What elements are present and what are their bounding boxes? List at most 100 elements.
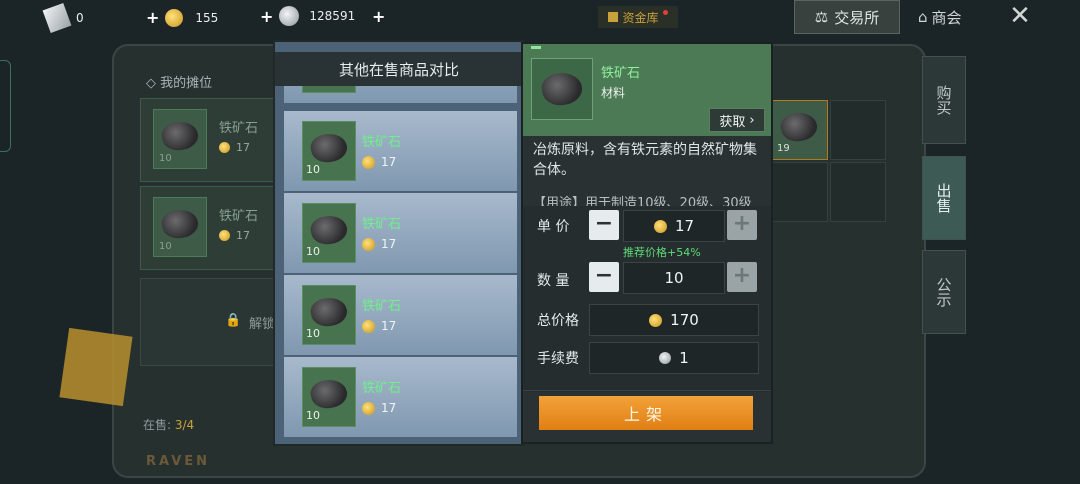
item-name: 铁矿石 xyxy=(362,135,402,150)
treasury-label: 资金库 xyxy=(622,10,659,25)
comparison-list[interactable]: 2 10 铁矿石 17 10 铁矿石 17 10 铁矿石 17 10 铁矿石 1… xyxy=(283,86,517,438)
item-name: 铁矿石 xyxy=(362,299,402,314)
scale-icon: ⚖ xyxy=(814,8,829,26)
inventory-slot[interactable] xyxy=(830,162,886,222)
gold-coin-icon xyxy=(219,230,230,241)
item-price-value: 17 xyxy=(381,155,397,169)
silver-resource: + 128591 xyxy=(260,6,355,26)
stall-title: ◇ 我的摊位 xyxy=(146,76,213,91)
comparison-card[interactable]: 10 铁矿石 17 xyxy=(283,274,517,356)
get-source-label: 获取 xyxy=(719,114,746,130)
stall-slot[interactable]: 铁矿石 17 10 xyxy=(140,98,280,182)
lock-icon: 🔒 xyxy=(225,313,242,328)
list-item-button[interactable]: 上架 xyxy=(539,396,753,430)
gold-coin-icon xyxy=(653,219,667,233)
quantity-increase-button[interactable]: + xyxy=(727,262,757,292)
brand-logo: RAVEN xyxy=(146,454,211,469)
item-name: 铁矿石 xyxy=(362,381,402,396)
locked-stall-slot[interactable]: 🔒 解锁 xyxy=(140,278,280,366)
stall-item-qty: 10 xyxy=(159,241,172,252)
silver-coin-icon xyxy=(659,352,672,364)
item-price: 17 xyxy=(362,155,396,169)
exchange-tab[interactable]: ⚖ 交易所 xyxy=(794,0,900,34)
on-sale-label: 在售: xyxy=(143,418,172,432)
stall-price-value: 17 xyxy=(236,229,250,242)
gold-coin-icon xyxy=(362,155,375,169)
listing-form: 单 价 − 17 + 推荐价格+54% 数 量 − 10 + 总价格 170 手… xyxy=(523,206,771,392)
inventory-item-qty: 19 xyxy=(777,143,790,154)
item-header: 铁矿石 材料 获取 › xyxy=(523,44,771,136)
item-price-value: 17 xyxy=(381,319,397,333)
gold-amount: 155 xyxy=(195,10,219,25)
item-price-value: 17 xyxy=(381,237,397,251)
ore-icon xyxy=(308,130,350,166)
item-qty: 10 xyxy=(306,163,320,176)
inventory-grid: 19 xyxy=(772,100,912,240)
ore-icon xyxy=(308,212,350,248)
add-gold-button[interactable]: + xyxy=(146,8,159,27)
ore-icon xyxy=(308,294,350,330)
gold-coin-icon xyxy=(165,8,184,27)
inventory-slot[interactable] xyxy=(772,162,828,222)
comparison-card[interactable]: 10 铁矿石 17 xyxy=(283,192,517,274)
ore-icon xyxy=(159,118,201,154)
exchange-label: 交易所 xyxy=(834,8,880,27)
quantity-value: 10 xyxy=(664,269,684,287)
sticky-note-decoration xyxy=(59,327,133,407)
guild-label: 商会 xyxy=(931,8,962,27)
stall-item-name: 铁矿石 xyxy=(219,209,259,224)
get-source-button[interactable]: 获取 › xyxy=(709,108,765,132)
silver-amount: 128591 xyxy=(309,9,356,23)
add-resource-button[interactable]: + xyxy=(372,7,385,26)
tab-announcement[interactable]: 公示 xyxy=(922,250,966,334)
tab-sell[interactable]: 出售 xyxy=(922,156,966,240)
inventory-slot[interactable]: 19 xyxy=(772,100,828,160)
chevron-right-icon: › xyxy=(749,112,755,128)
unit-price-field[interactable]: 17 xyxy=(623,210,725,242)
stall-slot[interactable]: 铁矿石 17 10 xyxy=(140,186,280,270)
guild-tab[interactable]: ⌂ 商会 xyxy=(918,4,978,30)
notification-dot-icon xyxy=(662,9,668,15)
quantity-decrease-button[interactable]: − xyxy=(589,262,619,292)
fee-display: 1 xyxy=(589,342,759,374)
close-icon[interactable]: ✕ xyxy=(1006,2,1034,30)
item-qty: 10 xyxy=(306,409,320,422)
price-decrease-button[interactable]: − xyxy=(589,210,619,240)
item-price: 17 xyxy=(362,319,396,333)
comparison-card[interactable]: 2 xyxy=(283,86,517,104)
item-detail-panel: 铁矿石 材料 获取 › 冶炼原料，含有铁元素的自然矿物集合体。 【用途】用于制造1… xyxy=(521,42,773,444)
quantity-label: 数 量 xyxy=(537,273,570,289)
treasury-button[interactable]: 资金库 xyxy=(598,6,678,28)
item-name: 铁矿石 xyxy=(362,217,402,232)
ore-icon xyxy=(159,206,201,242)
item-name: 铁矿石 xyxy=(601,66,641,81)
item-qty: 2 xyxy=(306,86,313,88)
divider xyxy=(523,390,771,391)
ticket-icon xyxy=(42,2,72,34)
stall-item-price: 17 xyxy=(219,141,250,154)
top-resource-bar: 0 + 155 + 128591 + 资金库 ⚖ 交易所 ⌂ 商会 ✕ xyxy=(0,0,1080,36)
gold-coin-icon xyxy=(362,401,375,415)
ore-icon xyxy=(539,69,585,109)
left-edge-decoration xyxy=(0,60,11,152)
comparison-card[interactable]: 10 铁矿石 17 xyxy=(283,110,517,192)
comparison-panel: 其他在售商品对比 2 10 铁矿石 17 10 铁矿石 17 10 铁矿石 17… xyxy=(273,40,525,446)
tab-buy[interactable]: 购买 xyxy=(922,56,966,144)
total-price-value: 170 xyxy=(670,311,699,329)
recommended-price: 推荐价格+54% xyxy=(623,246,701,259)
gold-coin-icon xyxy=(219,142,230,153)
comparison-card[interactable]: 10 铁矿石 17 xyxy=(283,356,517,438)
on-sale-count: 在售: 3/4 xyxy=(143,416,194,433)
inventory-slot[interactable] xyxy=(830,100,886,160)
item-qty: 10 xyxy=(306,245,320,258)
stall-price-value: 17 xyxy=(236,141,250,154)
on-sale-value: 3/4 xyxy=(174,418,195,432)
add-silver-button[interactable]: + xyxy=(260,7,273,26)
silver-coin-icon xyxy=(279,6,300,26)
gold-coin-icon xyxy=(649,313,663,327)
price-increase-button[interactable]: + xyxy=(727,210,757,240)
gold-resource: + 155 xyxy=(146,8,218,27)
item-price: 17 xyxy=(362,237,396,251)
gold-coin-icon xyxy=(362,319,375,333)
quantity-field[interactable]: 10 xyxy=(623,262,725,294)
